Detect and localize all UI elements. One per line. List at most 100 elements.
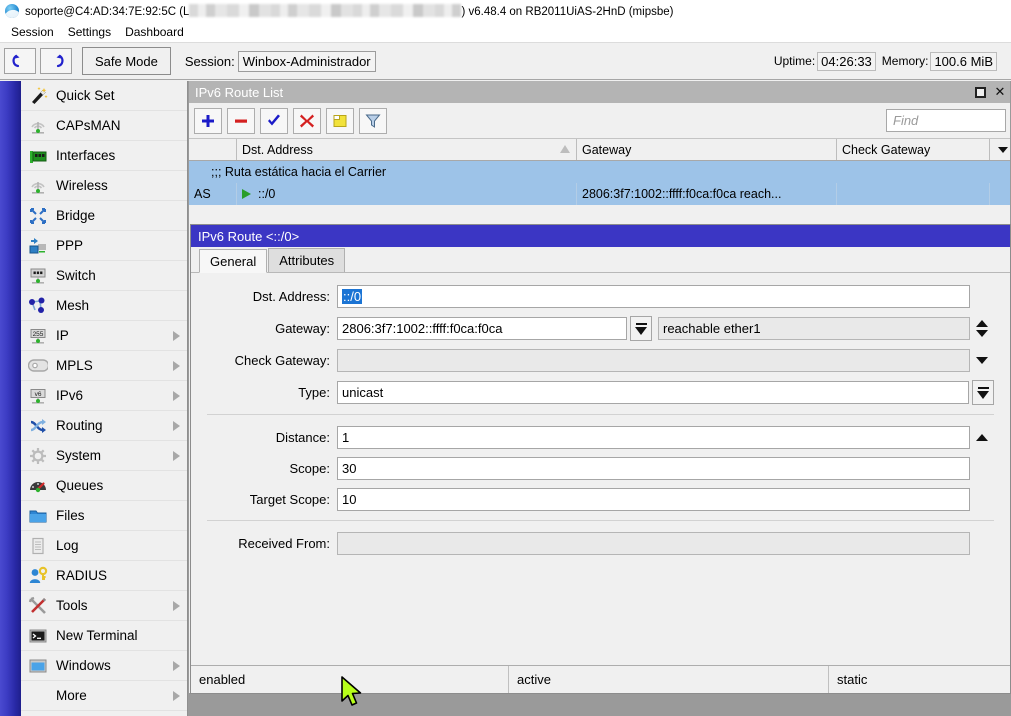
col-gateway[interactable]: Gateway [577,139,837,160]
check-icon[interactable] [260,108,288,134]
sidebar-item-ip[interactable]: 255 IP [21,321,188,351]
chevron-right-icon [173,421,180,431]
gear-icon [27,445,49,467]
menu-dashboard[interactable]: Dashboard [118,24,191,40]
redacted-identity [189,4,461,17]
type-dropdown-button[interactable] [972,380,994,405]
check-gateway-dropdown-icon[interactable] [970,357,994,364]
maximize-icon[interactable] [970,82,990,102]
chevron-right-icon [173,661,180,671]
menu-settings[interactable]: Settings [61,24,118,40]
antenna-icon [27,175,49,197]
sidebar-item-system[interactable]: System [21,441,188,471]
routing-arrows-icon [27,415,49,437]
sidebar-item-label: Mesh [56,298,89,313]
comment-note-icon[interactable] [326,108,354,134]
sidebar-item-queues[interactable]: Queues [21,471,188,501]
window-title-suffix: ) v6.48.4 on RB2011UiAS-2HnD (mipsbe) [461,6,673,18]
funnel-icon[interactable] [359,108,387,134]
sidebar-item-mpls[interactable]: MPLS [21,351,188,381]
column-chooser-icon[interactable] [990,139,1010,160]
sidebar-item-switch[interactable]: Switch [21,261,188,291]
sidebar-item-label: Windows [56,658,111,673]
ppp-icon [27,235,49,257]
sidebar-item-files[interactable]: Files [21,501,188,531]
cross-icon[interactable] [293,108,321,134]
sidebar-item-ipv6[interactable]: v6 IPv6 [21,381,188,411]
sidebar-item-label: System [56,448,101,463]
sidebar-item-mesh[interactable]: Mesh [21,291,188,321]
sidebar-item-label: Queues [56,478,103,493]
distance-label: Distance: [207,430,337,445]
chevron-right-icon [173,331,180,341]
gateway-input[interactable]: 2806:3f7:1002::ffff:f0ca:f0ca [337,317,627,340]
find-input[interactable]: Find [886,109,1006,132]
scope-input[interactable]: 30 [337,457,970,480]
table-row[interactable]: AS ::/0 2806:3f7:1002::ffff:f0ca:f0ca re… [189,183,1010,205]
sidebar-item-capsman[interactable]: CAPsMAN [21,111,188,141]
gateway-dropdown-button[interactable] [630,316,652,341]
sidebar-item-quick-set[interactable]: Quick Set [21,81,188,111]
gateway-add-remove-button[interactable] [970,320,994,337]
sidebar-item-ppp[interactable]: PPP [21,231,188,261]
sidebar-item-radius[interactable]: RADIUS [21,561,188,591]
tab-attributes[interactable]: Attributes [268,248,345,272]
sidebar-item-bridge[interactable]: Bridge [21,201,188,231]
sidebar-item-windows[interactable]: Windows [21,651,188,681]
sidebar-item-interfaces[interactable]: Interfaces [21,141,188,171]
route-dialog-statusbar: enabled active static [191,665,1010,693]
sidebar-item-label: RADIUS [56,568,107,583]
col-check-gateway[interactable]: Check Gateway [837,139,990,160]
session-value-field[interactable]: Winbox-Administrador [238,51,376,72]
ip-255-icon: 255 [27,325,49,347]
sidebar-item-label: New Terminal [56,628,138,643]
sidebar-item-log[interactable]: Log [21,531,188,561]
sidebar-item-routing[interactable]: Routing [21,411,188,441]
route-dialog-titlebar: IPv6 Route <::/0> [191,225,1010,247]
tab-general[interactable]: General [199,249,267,273]
field-row-distance: Distance: 1 [207,426,994,449]
chevron-right-icon [173,691,180,701]
speedometer-icon [27,475,49,497]
redo-arrow-icon[interactable] [40,48,72,74]
session-label: Session: [185,54,235,69]
sidebar-item-label: IPv6 [56,388,83,403]
minus-icon[interactable] [227,108,255,134]
sidebar-item-wireless[interactable]: Wireless [21,171,188,201]
undo-arrow-icon[interactable] [4,48,36,74]
divider-2 [207,520,994,521]
safe-mode-button[interactable]: Safe Mode [82,47,171,75]
status-active: active [509,666,829,693]
col-dst-address[interactable]: Dst. Address [237,139,577,160]
sidebar-item-label: IP [56,328,69,343]
status-static: static [829,666,1010,693]
svg-text:v6: v6 [35,391,42,398]
close-icon[interactable]: ✕ [990,82,1010,102]
type-input[interactable]: unicast [337,381,969,404]
route-list-title: IPv6 Route List [195,85,283,100]
sidebar-item-tools[interactable]: Tools [21,591,188,621]
chevron-right-icon [173,601,180,611]
target-scope-input[interactable]: 10 [337,488,970,511]
menu-session[interactable]: Session [4,24,61,40]
dst-address-input[interactable]: ::/0 [337,285,970,308]
chevron-right-icon [173,391,180,401]
gateway-status: reachable ether1 [658,317,970,340]
distance-input[interactable]: 1 [337,426,970,449]
field-row-target-scope: Target Scope: 10 [207,488,994,511]
route-dialog-tabs: General Attributes [191,247,1010,273]
check-gateway-input[interactable] [337,349,970,372]
sidebar-item-more[interactable]: More [21,681,188,711]
window-titlebar: soporte@C4:AD:34:7E:92:5C (L) v6.48.4 on… [0,0,1011,22]
distance-stepper-icon[interactable] [970,434,994,441]
route-list-toolbar: Find [189,103,1010,139]
chevron-right-icon [173,361,180,371]
sidebar-item-new-terminal[interactable]: New Terminal [21,621,188,651]
col-flags[interactable] [189,139,237,160]
table-row-comment[interactable]: ;;; Ruta estática hacia el Carrier [189,161,1010,183]
sidebar-item-label: Wireless [56,178,108,193]
plus-icon[interactable] [194,108,222,134]
sidebar-item-label: Switch [56,268,96,283]
cell-flags: AS [189,183,237,205]
gateway-label: Gateway: [207,321,337,336]
